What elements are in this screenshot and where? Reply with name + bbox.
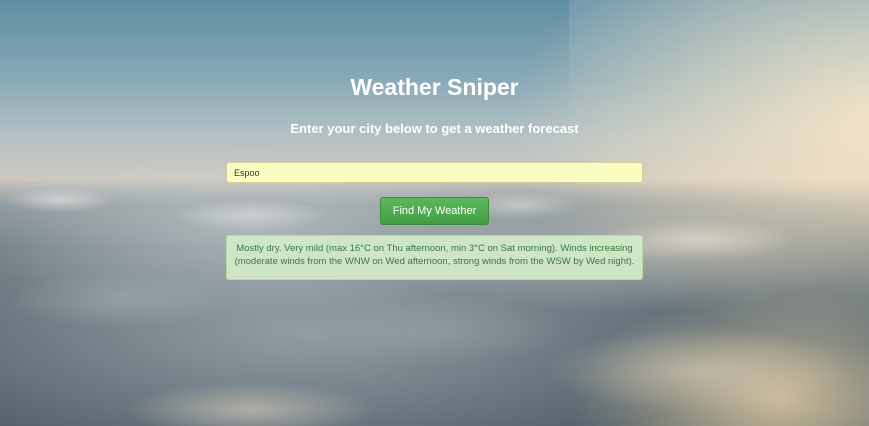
sun-glare [569,0,869,426]
page-subtitle: Enter your city below to get a weather f… [290,121,579,136]
page-title: Weather Sniper [350,74,519,100]
forecast-result: Mostly dry. Very mild (max 16°C on Thu a… [226,235,643,280]
find-my-weather-button[interactable]: Find My Weather [380,197,489,225]
city-input[interactable] [226,162,643,183]
